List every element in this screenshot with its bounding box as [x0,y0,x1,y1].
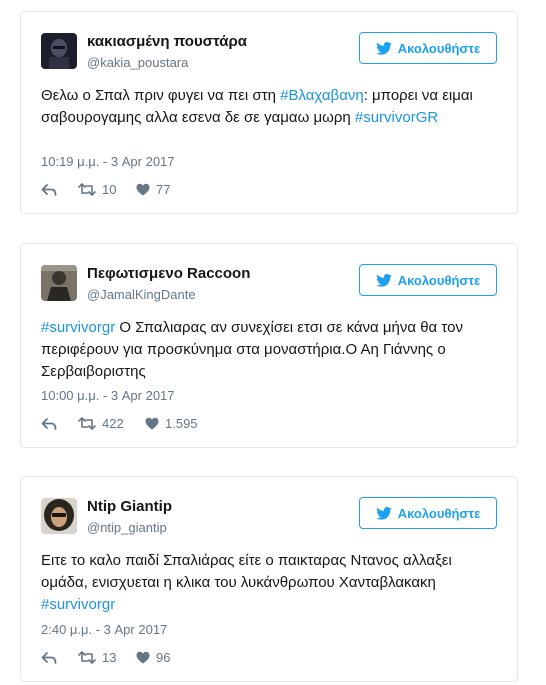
username[interactable]: @JamalKingDante [87,287,196,302]
follow-button[interactable]: Ακολουθήστε [359,497,497,529]
retweet-button[interactable]: 422 [78,416,145,431]
heart-icon [136,183,150,196]
hashtag-link[interactable]: #survivorgr [41,319,115,336]
tweet-timestamp[interactable]: 10:00 μ.μ. - 3 Apr 2017 [41,388,175,403]
reply-icon [41,651,57,664]
tweet-text-part: Ειτε το καλο παιδί Σπαλιάρας είτε ο παικ… [41,552,452,591]
retweet-icon [78,417,96,430]
tweet-text: Θελω ο Σπαλ πριν φυγει να πει στη #Βλαχα… [41,85,501,129]
username[interactable]: @kakia_poustara [87,55,188,70]
avatar[interactable] [41,498,77,534]
follow-label: Ακολουθήστε [397,272,481,288]
username[interactable]: @ntip_giantip [87,520,167,535]
like-count: 96 [156,650,171,665]
tweet-timestamp[interactable]: 2:40 μ.μ. - 3 Apr 2017 [41,622,167,637]
follow-button[interactable]: Ακολουθήστε [359,264,497,296]
twitter-bird-icon [375,506,392,520]
retweet-count: 422 [102,416,124,431]
avatar[interactable] [41,265,77,301]
tweet-actions: 422 1.595 [41,416,198,431]
like-button[interactable]: 1.595 [145,416,198,431]
tweet-text: #survivorgr Ο Σπαλιαρας αν συνεχίσει ετσ… [41,317,501,383]
tweet-text: Ειτε το καλο παιδί Σπαλιάρας είτε ο παικ… [41,550,501,616]
tweet-card: Ntip Giantip @ntip_giantip Ακολουθήστε Ε… [20,476,518,682]
hashtag-link[interactable]: #survivorgr [41,596,115,613]
retweet-button[interactable]: 13 [78,650,136,665]
reply-button[interactable] [41,417,78,431]
tweet-card: Πεφωτισμενο Raccoon @JamalKingDante Ακολ… [20,243,518,448]
tweet-card: κακιασμένη πουστάρα @kakia_poustara Ακολ… [20,11,518,214]
retweet-button[interactable]: 10 [78,182,136,197]
like-count: 1.595 [165,416,198,431]
heart-icon [145,417,159,430]
reply-button[interactable] [41,183,78,197]
tweet-timestamp[interactable]: 10:19 μ.μ. - 3 Apr 2017 [41,154,175,169]
follow-button[interactable]: Ακολουθήστε [359,32,497,64]
hashtag-link[interactable]: #Βλαχαβανη [280,87,364,104]
like-button[interactable]: 77 [136,182,170,197]
retweet-icon [78,183,96,196]
tweet-actions: 10 77 [41,182,170,197]
follow-label: Ακολουθήστε [397,40,481,56]
retweet-icon [78,651,96,664]
twitter-bird-icon [375,41,392,55]
display-name[interactable]: Πεφωτισμενο Raccoon [87,265,250,282]
display-name[interactable]: κακιασμένη πουστάρα [87,33,247,50]
tweet-text-part: Θελω ο Σπαλ πριν φυγει να πει στη [41,87,281,104]
heart-icon [136,651,150,664]
avatar[interactable] [41,33,77,69]
twitter-bird-icon [375,273,392,287]
hashtag-link[interactable]: #survivorGR [355,109,438,126]
tweet-actions: 13 96 [41,650,170,665]
display-name[interactable]: Ntip Giantip [87,498,172,515]
retweet-count: 10 [102,182,117,197]
follow-label: Ακολουθήστε [397,505,481,521]
reply-icon [41,417,57,430]
reply-button[interactable] [41,651,78,665]
retweet-count: 13 [102,650,117,665]
reply-icon [41,183,57,196]
like-button[interactable]: 96 [136,650,170,665]
like-count: 77 [156,182,171,197]
